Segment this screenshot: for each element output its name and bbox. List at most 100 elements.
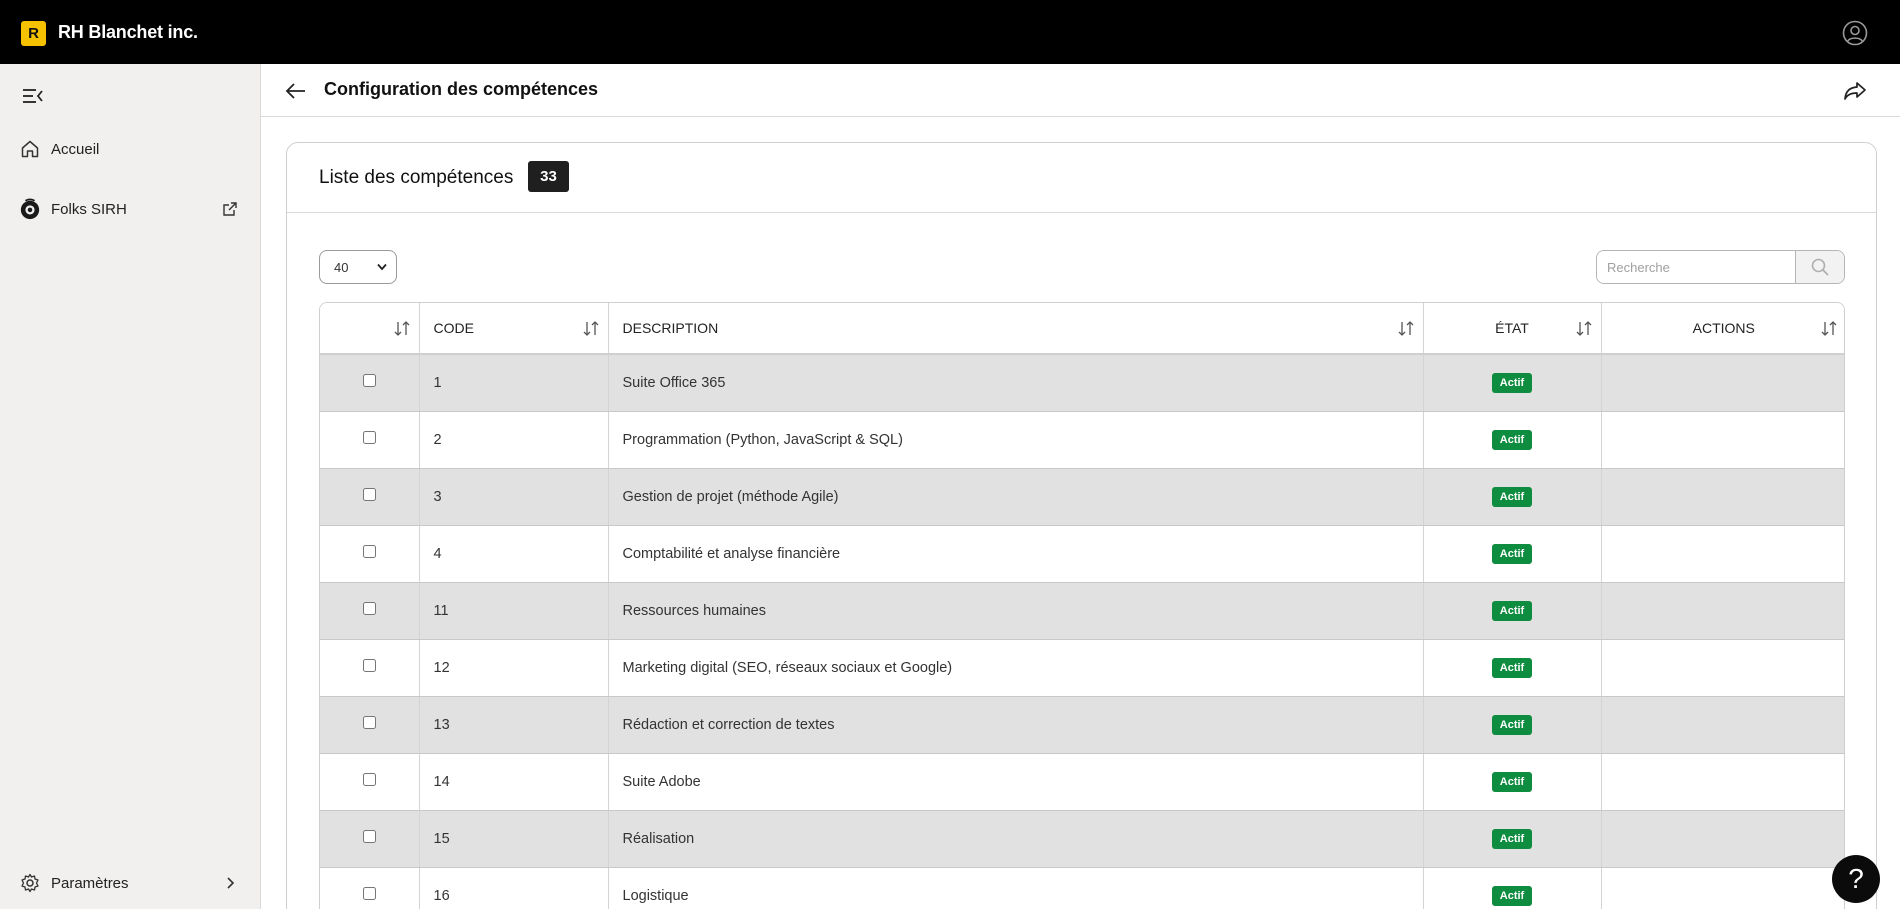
gear-icon: [19, 872, 41, 894]
skills-table: CODE DESCRIPTION ÉTAT ACTIONS 1 Suite Of…: [319, 302, 1845, 909]
page-header: Configuration des compétences: [261, 64, 1900, 117]
table-row[interactable]: 12 Marketing digital (SEO, réseaux socia…: [320, 639, 1844, 697]
code-cell: 11: [419, 582, 609, 640]
actions-cell: [1601, 468, 1844, 526]
search-input[interactable]: [1597, 251, 1796, 283]
chevron-down-icon: [377, 263, 387, 271]
row-select-cell: [320, 639, 420, 697]
code-cell: 14: [419, 753, 609, 811]
code-cell: 3: [419, 468, 609, 526]
row-checkbox[interactable]: [362, 602, 376, 615]
row-checkbox[interactable]: [362, 773, 376, 786]
actions-cell: [1601, 411, 1844, 469]
user-account-icon[interactable]: [1842, 20, 1868, 46]
external-link-icon[interactable]: [222, 201, 238, 217]
sort-icon[interactable]: [1820, 321, 1838, 336]
table-row[interactable]: 2 Programmation (Python, JavaScript & SQ…: [320, 411, 1844, 469]
sidebar-item-label: Accueil: [51, 140, 100, 158]
actions-cell: [1601, 525, 1844, 583]
sidebar-item-accueil[interactable]: Accueil: [0, 129, 260, 169]
row-checkbox[interactable]: [362, 659, 376, 672]
skills-card: Liste des compétences 33 40 Recherche CO…: [286, 142, 1877, 909]
actions-cell: [1601, 753, 1844, 811]
actions-cell: [1601, 582, 1844, 640]
status-badge: Actif: [1491, 771, 1533, 792]
top-bar: R RH Blanchet inc.: [0, 0, 1900, 64]
column-header-state[interactable]: ÉTAT: [1423, 303, 1602, 355]
state-cell: Actif: [1423, 696, 1602, 754]
column-header-code[interactable]: CODE: [419, 303, 609, 355]
column-header-actions[interactable]: ACTIONS: [1601, 303, 1844, 355]
description-cell: Suite Adobe: [608, 753, 1424, 811]
description-cell: Marketing digital (SEO, réseaux sociaux …: [608, 639, 1424, 697]
home-icon: [19, 138, 41, 160]
column-header-description[interactable]: DESCRIPTION: [608, 303, 1424, 355]
back-arrow-icon[interactable]: [284, 79, 308, 103]
row-select-cell: [320, 468, 420, 526]
page-title: Configuration des compétences: [324, 79, 599, 99]
state-cell: Actif: [1423, 639, 1602, 697]
state-cell: Actif: [1423, 582, 1602, 640]
sort-icon[interactable]: [582, 321, 600, 336]
card-title: Liste des compétences: [319, 167, 514, 188]
help-button[interactable]: ?: [1832, 855, 1880, 903]
table-row[interactable]: 15 Réalisation Actif: [320, 810, 1844, 868]
description-cell: Logistique: [608, 867, 1424, 909]
description-cell: Gestion de projet (méthode Agile): [608, 468, 1424, 526]
search-icon: [1811, 258, 1829, 276]
status-badge: Actif: [1491, 714, 1533, 735]
actions-cell: [1601, 867, 1844, 909]
status-badge: Actif: [1491, 543, 1533, 564]
status-badge: Actif: [1491, 600, 1533, 621]
description-cell: Rédaction et correction de textes: [608, 696, 1424, 754]
search-button[interactable]: [1795, 251, 1844, 283]
row-checkbox[interactable]: [362, 716, 376, 729]
page-size-select[interactable]: 40: [319, 250, 397, 284]
code-cell: 15: [419, 810, 609, 868]
table-row[interactable]: 11 Ressources humaines Actif: [320, 582, 1844, 640]
sort-icon[interactable]: [393, 321, 411, 336]
code-cell: 2: [419, 411, 609, 469]
actions-cell: [1601, 639, 1844, 697]
search-box: [1596, 250, 1845, 284]
collapse-menu-icon[interactable]: [22, 86, 44, 106]
sidebar-item-folks-sirh[interactable]: Folks SIRH: [0, 189, 260, 229]
row-checkbox[interactable]: [362, 545, 376, 558]
sort-icon[interactable]: [1575, 321, 1593, 336]
actions-cell: [1601, 696, 1844, 754]
company-logo[interactable]: R: [21, 21, 46, 46]
row-checkbox[interactable]: [362, 887, 376, 900]
count-badge: 33: [528, 161, 569, 192]
company-name[interactable]: RH Blanchet inc.: [58, 22, 198, 43]
column-header-select[interactable]: [320, 303, 420, 355]
row-checkbox[interactable]: [362, 431, 376, 444]
code-cell: 4: [419, 525, 609, 583]
table-row[interactable]: 1 Suite Office 365 Actif: [320, 354, 1844, 412]
row-checkbox[interactable]: [362, 488, 376, 501]
table-row[interactable]: 14 Suite Adobe Actif: [320, 753, 1844, 811]
table-row[interactable]: 4 Comptabilité et analyse financière Act…: [320, 525, 1844, 583]
sidebar-item-label: Paramètres: [51, 874, 129, 892]
code-cell: 13: [419, 696, 609, 754]
description-cell: Réalisation: [608, 810, 1424, 868]
table-row[interactable]: 3 Gestion de projet (méthode Agile) Acti…: [320, 468, 1844, 526]
description-cell: Programmation (Python, JavaScript & SQL): [608, 411, 1424, 469]
sort-icon[interactable]: [1397, 321, 1415, 336]
state-cell: Actif: [1423, 867, 1602, 909]
row-select-cell: [320, 525, 420, 583]
row-select-cell: [320, 696, 420, 754]
code-cell: 1: [419, 354, 609, 412]
table-row[interactable]: 13 Rédaction et correction de textes Act…: [320, 696, 1844, 754]
table-row[interactable]: 16 Logistique Actif: [320, 867, 1844, 909]
description-cell: Comptabilité et analyse financière: [608, 525, 1424, 583]
status-badge: Actif: [1491, 429, 1533, 450]
row-checkbox[interactable]: [362, 374, 376, 388]
actions-cell: [1601, 810, 1844, 868]
sidebar-item-parametres[interactable]: Paramètres: [0, 863, 260, 903]
row-select-cell: [320, 810, 420, 868]
share-icon[interactable]: [1842, 78, 1868, 104]
main-content: Configuration des compétences Liste des …: [261, 64, 1900, 909]
page-size-value: 40: [334, 259, 349, 275]
row-select-cell: [320, 354, 420, 412]
row-checkbox[interactable]: [362, 830, 376, 843]
